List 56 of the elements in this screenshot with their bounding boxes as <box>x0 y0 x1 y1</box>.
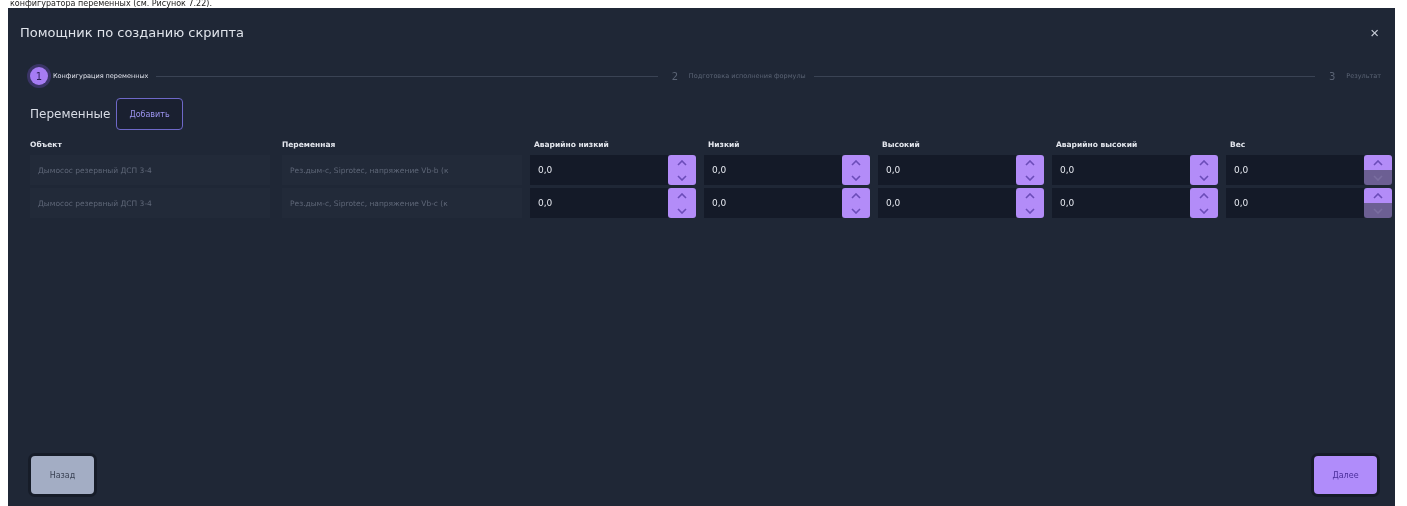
chevron-down-icon <box>677 207 687 214</box>
add-button[interactable]: Добавить <box>116 98 183 130</box>
number-field[interactable]: 0,0 <box>530 188 668 218</box>
decrement-button[interactable] <box>668 203 696 218</box>
increment-button[interactable] <box>1016 155 1044 170</box>
step-number: 1 <box>30 67 48 85</box>
chevron-down-icon <box>677 174 687 181</box>
number-field[interactable]: 0,0 <box>878 188 1016 218</box>
chevron-down-icon <box>1199 207 1209 214</box>
chevron-up-icon <box>851 192 861 199</box>
decrement-button[interactable] <box>842 203 870 218</box>
variables-label: Переменные <box>30 107 111 121</box>
back-button[interactable]: Назад <box>31 456 94 494</box>
chevron-up-icon <box>1199 159 1209 166</box>
caption-text: конфигуратора переменных (см. Рисунок 7.22). <box>9 0 213 8</box>
increment-button[interactable] <box>842 155 870 170</box>
increment-button[interactable] <box>668 155 696 170</box>
chevron-up-icon <box>1199 192 1209 199</box>
number-field[interactable]: 0,0 <box>704 188 842 218</box>
decrement-button[interactable] <box>668 170 696 185</box>
chevron-up-icon <box>677 192 687 199</box>
number-field[interactable]: 0,0 <box>878 155 1016 185</box>
window-title: Помощник по созданию скрипта <box>20 24 244 40</box>
decrement-button[interactable] <box>842 170 870 185</box>
chevron-up-icon <box>1025 192 1035 199</box>
chevron-down-icon <box>851 174 861 181</box>
chevron-down-icon <box>851 207 861 214</box>
decrement-button[interactable] <box>1016 203 1044 218</box>
increment-button[interactable] <box>1364 155 1392 170</box>
number-field[interactable]: 0,0 <box>1226 188 1364 218</box>
chevron-down-icon <box>1025 174 1035 181</box>
decrement-button[interactable] <box>1190 170 1218 185</box>
chevron-down-icon <box>1025 207 1035 214</box>
increment-button[interactable] <box>1016 188 1044 203</box>
chevron-up-icon <box>851 159 861 166</box>
chevron-up-icon <box>1373 159 1383 166</box>
increment-button[interactable] <box>1190 188 1218 203</box>
increment-button[interactable] <box>842 188 870 203</box>
increment-button[interactable] <box>1190 155 1218 170</box>
number-field[interactable]: 0,0 <box>1226 155 1364 185</box>
number-field[interactable]: 0,0 <box>530 155 668 185</box>
chevron-up-icon <box>1373 192 1383 199</box>
step-number: 2 <box>670 69 680 84</box>
chevron-up-icon <box>677 159 687 166</box>
number-field[interactable]: 0,0 <box>1052 155 1190 185</box>
step-number: 3 <box>1328 69 1337 84</box>
chevron-down-icon <box>1199 174 1209 181</box>
increment-button[interactable] <box>668 188 696 203</box>
decrement-button[interactable] <box>1190 203 1218 218</box>
close-button[interactable]: × <box>1368 23 1381 41</box>
increment-button[interactable] <box>1364 188 1392 203</box>
next-button[interactable]: Далее <box>1314 456 1377 494</box>
chevron-up-icon <box>1025 159 1035 166</box>
number-field[interactable]: 0,0 <box>704 155 842 185</box>
decrement-button[interactable] <box>1016 170 1044 185</box>
number-field[interactable]: 0,0 <box>1052 188 1190 218</box>
